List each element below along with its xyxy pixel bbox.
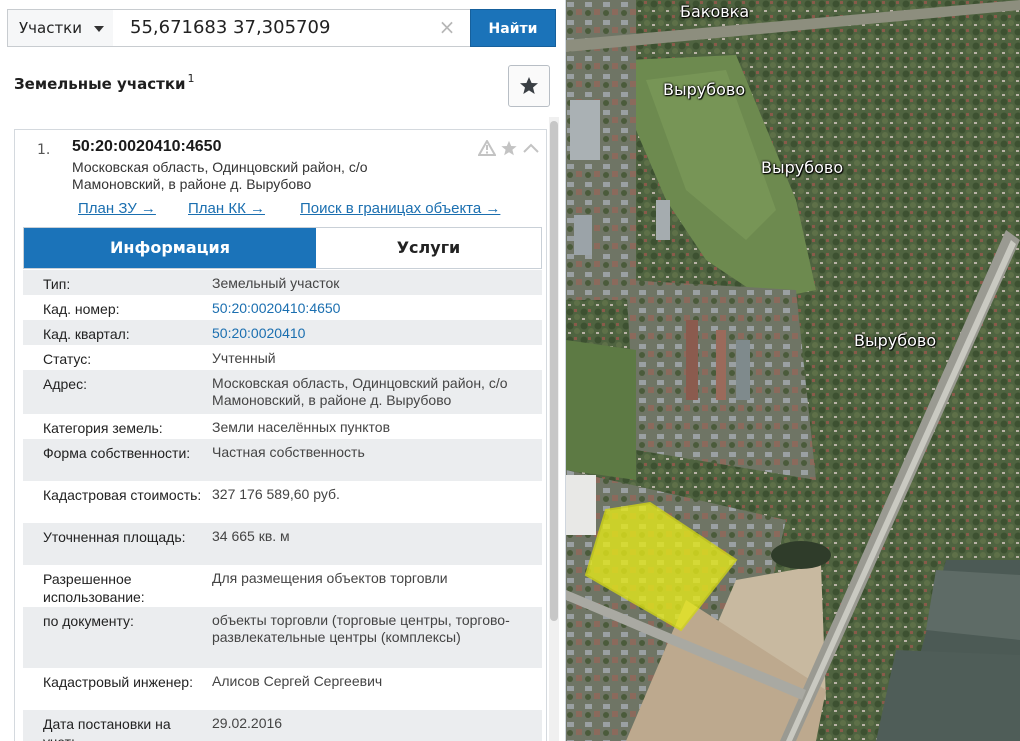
map-imagery: [566, 0, 1020, 741]
tab-services[interactable]: Услуги: [316, 228, 541, 268]
row-label: Тип:: [43, 276, 71, 292]
place-label: Вырубово: [761, 158, 844, 177]
row-value: Частная собственность: [212, 444, 365, 460]
parcel-card: 1. 50:20:0020410:4650 Московская область…: [14, 129, 547, 741]
row-value: 34 665 кв. м: [212, 528, 290, 544]
search-bar: Участки 55,671683 37,305709 × Найти: [7, 9, 556, 47]
row-value: 327 176 589,60 руб.: [212, 486, 340, 502]
favorites-button[interactable]: [508, 65, 550, 107]
table-row: по документу: объекты торговли (торговые…: [23, 607, 542, 668]
row-value: Для размещения объектов торговли: [212, 570, 448, 586]
row-label: Кадастровый инженер:: [43, 674, 193, 690]
chevron-down-icon: [94, 26, 104, 32]
row-value: Земли населённых пунктов: [212, 419, 391, 435]
cadastral-quarter-link[interactable]: 50:20:0020410: [212, 325, 532, 342]
plan-zu-link[interactable]: План ЗУ →: [78, 200, 156, 217]
table-row: Кад. квартал: 50:20:0020410: [23, 320, 542, 345]
card-actions: [477, 138, 542, 161]
result-count: 1: [187, 72, 195, 85]
table-row: Кадастровая стоимость: 327 176 589,60 ру…: [23, 481, 542, 523]
info-tabs: Информация Услуги: [23, 227, 542, 269]
chevron-up-icon[interactable]: [522, 140, 540, 159]
row-label: Кад. номер:: [43, 301, 120, 317]
row-label: Уточненная площадь:: [43, 529, 186, 545]
section-title: Земельные участки 1: [14, 72, 195, 93]
search-type-select[interactable]: Участки: [7, 9, 114, 47]
row-label: Форма собственности:: [43, 445, 191, 461]
search-input[interactable]: 55,671683 37,305709: [113, 9, 471, 47]
find-button[interactable]: Найти: [470, 9, 556, 47]
warning-icon[interactable]: [477, 138, 497, 160]
table-row: Разрешенное использование: Для размещени…: [23, 565, 542, 607]
row-value: Земельный участок: [212, 275, 340, 291]
item-address: Московская область, Одинцовский район, с…: [72, 159, 368, 192]
scrollbar[interactable]: [549, 117, 559, 741]
place-label: Баковка: [680, 2, 750, 21]
clear-icon[interactable]: ×: [437, 17, 457, 37]
place-label: Вырубово: [854, 331, 937, 350]
search-type-label: Участки: [19, 19, 82, 37]
row-label: Кадастровая стоимость:: [43, 487, 202, 503]
tab-information[interactable]: Информация: [24, 228, 316, 268]
satellite-map[interactable]: Баковка Вырубово Вырубово Вырубово: [566, 0, 1020, 741]
row-value: объекты торговли (торговые центры, торго…: [212, 612, 510, 645]
item-cadastral-number[interactable]: 50:20:0020410:4650: [72, 138, 221, 156]
plan-kk-link[interactable]: План КК →: [188, 200, 265, 217]
row-value: Учтенный: [212, 350, 276, 366]
place-label: Вырубово: [663, 80, 746, 99]
row-label: по документу:: [43, 613, 134, 629]
row-label: Разрешенное использование:: [43, 571, 145, 605]
cadastral-number-link[interactable]: 50:20:0020410:4650: [212, 300, 532, 317]
table-row: Форма собственности: Частная собственнос…: [23, 439, 542, 481]
row-label: Кад. квартал:: [43, 326, 130, 342]
row-value: Московская область, Одинцовский район, с…: [212, 375, 508, 408]
row-label: Категория земель:: [43, 420, 163, 436]
search-in-bounds-link[interactable]: Поиск в границах объекта →: [300, 200, 500, 217]
row-label: Дата постановки на учет:: [43, 716, 171, 741]
table-row: Статус: Учтенный: [23, 345, 542, 370]
item-index: 1.: [37, 142, 51, 158]
row-value: 29.02.2016: [212, 715, 283, 731]
info-table: Тип: Земельный участок Кад. номер: 50:20…: [23, 270, 542, 741]
table-row: Дата постановки на учет: 29.02.2016: [23, 710, 542, 741]
table-row: Категория земель: Земли населённых пункт…: [23, 414, 542, 439]
section-title-text: Земельные участки: [14, 75, 186, 93]
row-value: Алисов Сергей Сергеевич: [212, 673, 383, 689]
row-label: Статус:: [43, 351, 92, 367]
table-row: Адрес: Московская область, Одинцовский р…: [23, 370, 542, 414]
star-icon[interactable]: [500, 140, 518, 161]
star-icon: [520, 77, 538, 94]
table-row: Уточненная площадь: 34 665 кв. м: [23, 523, 542, 565]
row-label: Адрес:: [43, 376, 87, 392]
table-row: Кадастровый инженер: Алисов Сергей Серге…: [23, 668, 542, 710]
search-panel: Участки 55,671683 37,305709 × Найти Земе…: [0, 0, 566, 741]
table-row: Тип: Земельный участок: [23, 270, 542, 295]
table-row: Кад. номер: 50:20:0020410:4650: [23, 295, 542, 320]
scrollbar-thumb[interactable]: [550, 121, 558, 621]
